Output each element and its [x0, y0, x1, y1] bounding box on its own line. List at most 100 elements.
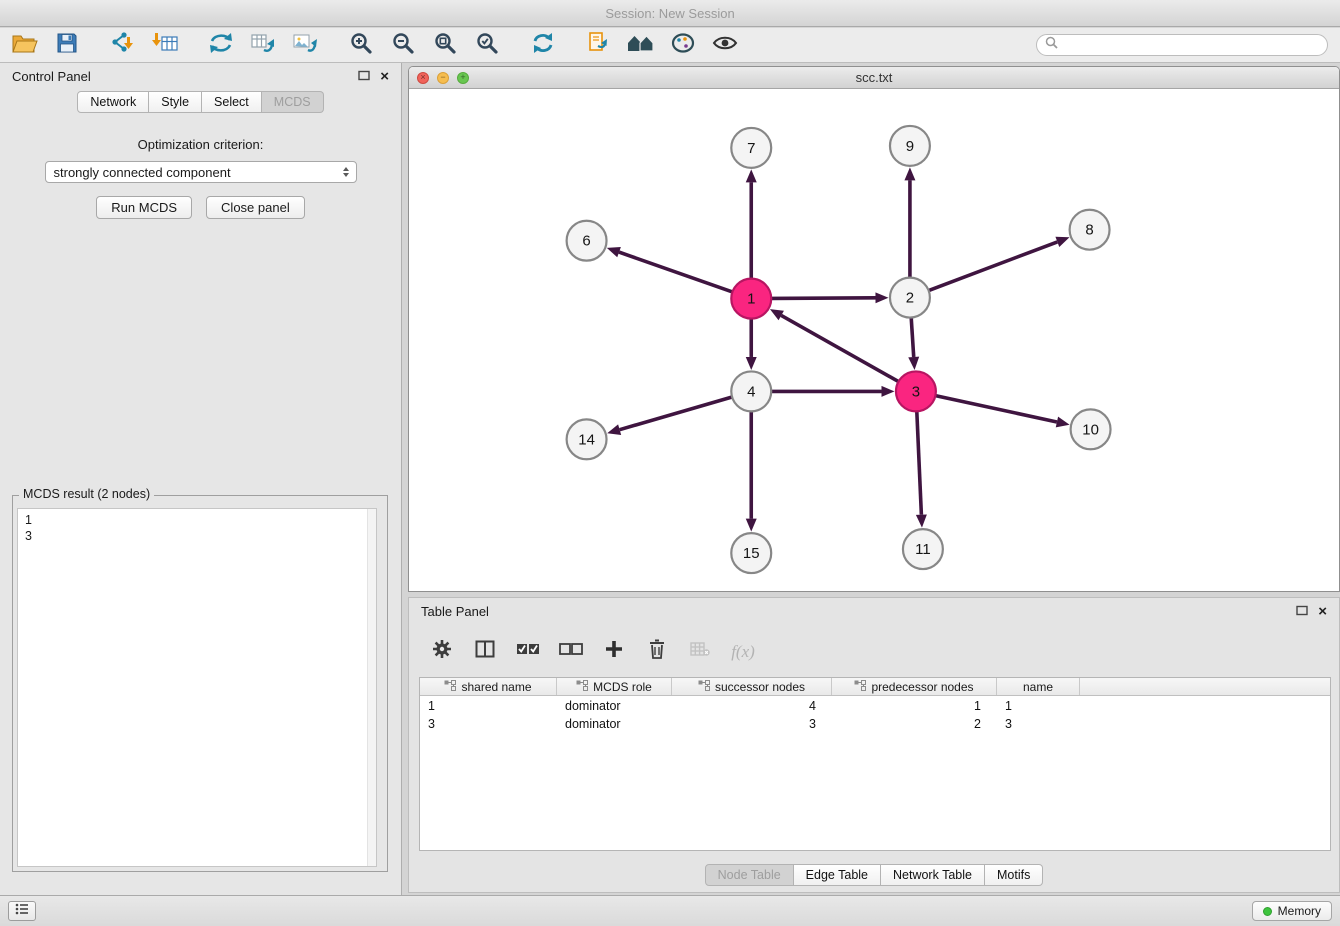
graph-node-2[interactable]: 2: [890, 278, 930, 318]
graph-node-10[interactable]: 10: [1071, 409, 1111, 449]
unchecked-boxes-icon: [559, 641, 583, 662]
tab-network[interactable]: Network: [77, 91, 149, 113]
graph-edge-3-10[interactable]: [935, 396, 1056, 422]
table-row[interactable]: 1dominator411: [420, 698, 1330, 714]
graph-node-3[interactable]: 3: [896, 371, 936, 411]
zoom-out-button[interactable]: [383, 30, 423, 60]
tab-network-table[interactable]: Network Table: [881, 864, 985, 886]
table-tabs: Node Table Edge Table Network Table Moti…: [409, 864, 1339, 886]
network-view-window: scc.txt × − + 1 2 3 4 6 7 8 9 10 11 14 15: [408, 66, 1340, 592]
close-table-panel-icon[interactable]: ×: [1318, 604, 1327, 619]
import-network-button[interactable]: [103, 30, 143, 60]
tab-style[interactable]: Style: [149, 91, 202, 113]
control-panel-tabs: Network Style Select MCDS: [0, 91, 401, 113]
network-transfer-button[interactable]: [201, 30, 241, 60]
column-header-name[interactable]: name: [997, 678, 1080, 695]
column-header-predecessor-nodes[interactable]: predecessor nodes: [832, 678, 997, 695]
show-columns-button[interactable]: [472, 640, 498, 664]
graph-edge-arrowhead: [908, 357, 919, 370]
zoom-selected-button[interactable]: [467, 30, 507, 60]
open-session-button[interactable]: [5, 30, 45, 60]
float-table-panel-icon[interactable]: [1296, 604, 1308, 619]
float-panel-icon[interactable]: [358, 69, 370, 84]
run-mcds-button[interactable]: Run MCDS: [96, 196, 192, 219]
graph-node-label: 9: [906, 138, 914, 155]
export-image-button[interactable]: [285, 30, 325, 60]
graph-edge-3-11[interactable]: [917, 411, 922, 514]
home-button[interactable]: [621, 30, 661, 60]
network-transfer-icon: [208, 31, 234, 60]
result-scrollbar[interactable]: [367, 509, 376, 866]
graph-node-label: 15: [743, 545, 760, 562]
network-window-titlebar[interactable]: scc.txt × − +: [409, 67, 1339, 89]
graph-node-15[interactable]: 15: [731, 533, 771, 573]
tab-node-table[interactable]: Node Table: [705, 864, 794, 886]
minimize-window-icon[interactable]: −: [437, 72, 449, 84]
style-button[interactable]: [663, 30, 703, 60]
graph-edge-2-8[interactable]: [929, 242, 1058, 291]
dropdown-stepper-icon: [343, 167, 349, 177]
show-hide-eye-icon: [712, 33, 738, 58]
search-box[interactable]: [1036, 34, 1328, 56]
import-table-button[interactable]: [145, 30, 185, 60]
table-row[interactable]: 3dominator323: [420, 716, 1330, 732]
graph-edge-3-1[interactable]: [781, 315, 898, 381]
delete-column-button[interactable]: [644, 640, 670, 664]
graph-node-label: 7: [747, 140, 755, 157]
zoom-in-button[interactable]: [341, 30, 381, 60]
graph-node-6[interactable]: 6: [567, 221, 607, 261]
create-column-button[interactable]: [601, 640, 627, 664]
graph-edge-2-3[interactable]: [911, 318, 914, 358]
clone-network-button[interactable]: [579, 30, 619, 60]
save-session-button[interactable]: [47, 30, 87, 60]
tab-edge-table[interactable]: Edge Table: [794, 864, 881, 886]
graph-edge-arrowhead: [1056, 417, 1070, 428]
unselect-all-columns-button[interactable]: [558, 640, 584, 664]
search-icon: [1045, 36, 1058, 54]
column-header-shared-name[interactable]: shared name: [420, 678, 557, 695]
graph-node-11[interactable]: 11: [903, 529, 943, 569]
graph-node-1[interactable]: 1: [731, 279, 771, 319]
window-title: Session: New Session: [605, 6, 734, 21]
graph-node-label: 11: [915, 541, 931, 558]
network-table-button[interactable]: [243, 30, 283, 60]
graph-node-label: 3: [912, 383, 920, 400]
window-titlebar: Session: New Session: [0, 0, 1340, 27]
refresh-button[interactable]: [523, 30, 563, 60]
column-header-mcds-role[interactable]: MCDS role: [557, 678, 672, 695]
graph-edge-1-6[interactable]: [619, 252, 732, 292]
maximize-window-icon[interactable]: +: [457, 72, 469, 84]
graph-node-14[interactable]: 14: [567, 419, 607, 459]
tab-select[interactable]: Select: [202, 91, 262, 113]
graph-node-label: 1: [747, 291, 755, 308]
tab-mcds[interactable]: MCDS: [262, 91, 324, 113]
table-settings-button[interactable]: [429, 640, 455, 664]
control-panel: Control Panel × Network Style Select MCD…: [0, 63, 402, 895]
criterion-dropdown[interactable]: strongly connected component: [45, 161, 357, 183]
graph-edge-4-14[interactable]: [620, 397, 732, 430]
table-panel-title: Table Panel: [421, 604, 489, 619]
zoom-fit-button[interactable]: [425, 30, 465, 60]
close-window-icon[interactable]: ×: [417, 72, 429, 84]
graph-node-4[interactable]: 4: [731, 371, 771, 411]
graph-node-7[interactable]: 7: [731, 128, 771, 168]
style-palette-icon: [671, 32, 695, 59]
show-hide-button[interactable]: [705, 30, 745, 60]
table-cell: 3: [672, 717, 832, 731]
graph-node-9[interactable]: 9: [890, 126, 930, 166]
refresh-icon: [530, 31, 556, 60]
search-input[interactable]: [1063, 38, 1319, 52]
graph-node-8[interactable]: 8: [1070, 210, 1110, 250]
graph-edge-1-2[interactable]: [771, 298, 875, 299]
column-header-successor-nodes[interactable]: successor nodes: [672, 678, 832, 695]
task-history-button[interactable]: [8, 901, 36, 921]
graph-edge-arrowhead: [746, 169, 757, 182]
graph-edge-arrowhead: [746, 519, 757, 532]
network-canvas[interactable]: 1 2 3 4 6 7 8 9 10 11 14 15: [409, 90, 1339, 591]
memory-button[interactable]: Memory: [1252, 901, 1332, 921]
close-panel-icon[interactable]: ×: [380, 69, 389, 84]
tab-motifs[interactable]: Motifs: [985, 864, 1043, 886]
close-panel-button[interactable]: Close panel: [206, 196, 305, 219]
select-all-columns-button[interactable]: [515, 640, 541, 664]
graph-edge-arrowhead: [746, 357, 757, 370]
